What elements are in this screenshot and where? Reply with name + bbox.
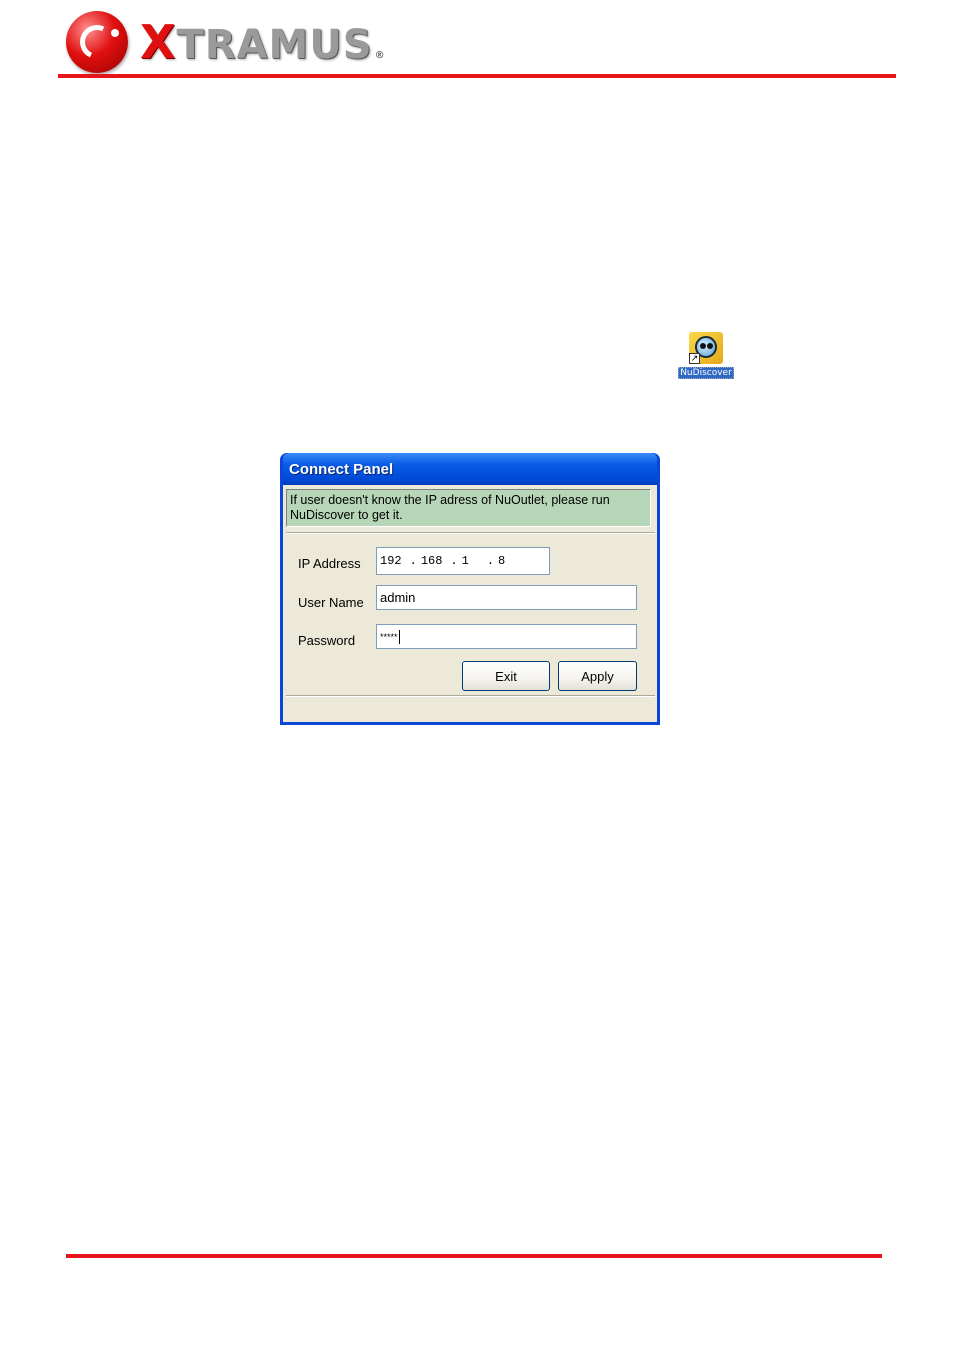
- shortcut-arrow-icon: ↗: [689, 353, 700, 364]
- user-name-value: admin: [380, 590, 416, 605]
- password-value: *****: [380, 631, 398, 642]
- header-divider: [58, 74, 896, 78]
- apply-button[interactable]: Apply: [558, 661, 637, 691]
- text-caret: [398, 629, 400, 644]
- window-titlebar[interactable]: Connect Panel: [283, 453, 657, 485]
- logo-registered-mark: ®: [374, 50, 386, 61]
- xtramus-logo: X TRAMUS ®: [66, 10, 386, 74]
- shortcut-label: NuDiscover: [678, 367, 734, 379]
- window-client-area: If user doesn't know the IP adress of Nu…: [283, 485, 657, 722]
- password-field[interactable]: *****: [376, 624, 637, 649]
- user-name-field[interactable]: admin: [376, 585, 637, 610]
- password-label: Password: [298, 633, 356, 648]
- notice-divider: [286, 532, 655, 534]
- ip-address-label: IP Address: [298, 556, 361, 571]
- ip-octet-3[interactable]: 1: [462, 554, 469, 568]
- exit-button[interactable]: Exit: [462, 661, 550, 691]
- window-statusbar: [286, 695, 655, 697]
- logo-emblem-icon: [66, 11, 128, 73]
- window-title: Connect Panel: [289, 460, 394, 478]
- ip-address-field[interactable]: 192 . 168 . 1 . 8: [376, 547, 550, 575]
- ip-octet-1[interactable]: 192: [380, 554, 402, 568]
- footer-divider: [66, 1254, 882, 1258]
- logo-rest-letters: TRAMUS: [176, 22, 373, 68]
- logo-wordmark: X TRAMUS ®: [140, 15, 386, 69]
- nudiscover-icon: ↗: [689, 332, 723, 364]
- connect-panel-window: Connect Panel If user doesn't know the I…: [280, 453, 660, 725]
- ip-octet-2[interactable]: 168: [421, 554, 443, 568]
- nudiscover-shortcut[interactable]: ↗ NuDiscover: [674, 332, 738, 379]
- ip-octet-4[interactable]: 8: [498, 554, 505, 568]
- user-name-label: User Name: [298, 595, 364, 610]
- logo-first-letter: X: [140, 15, 177, 69]
- ip-notice-banner: If user doesn't know the IP adress of Nu…: [286, 489, 651, 527]
